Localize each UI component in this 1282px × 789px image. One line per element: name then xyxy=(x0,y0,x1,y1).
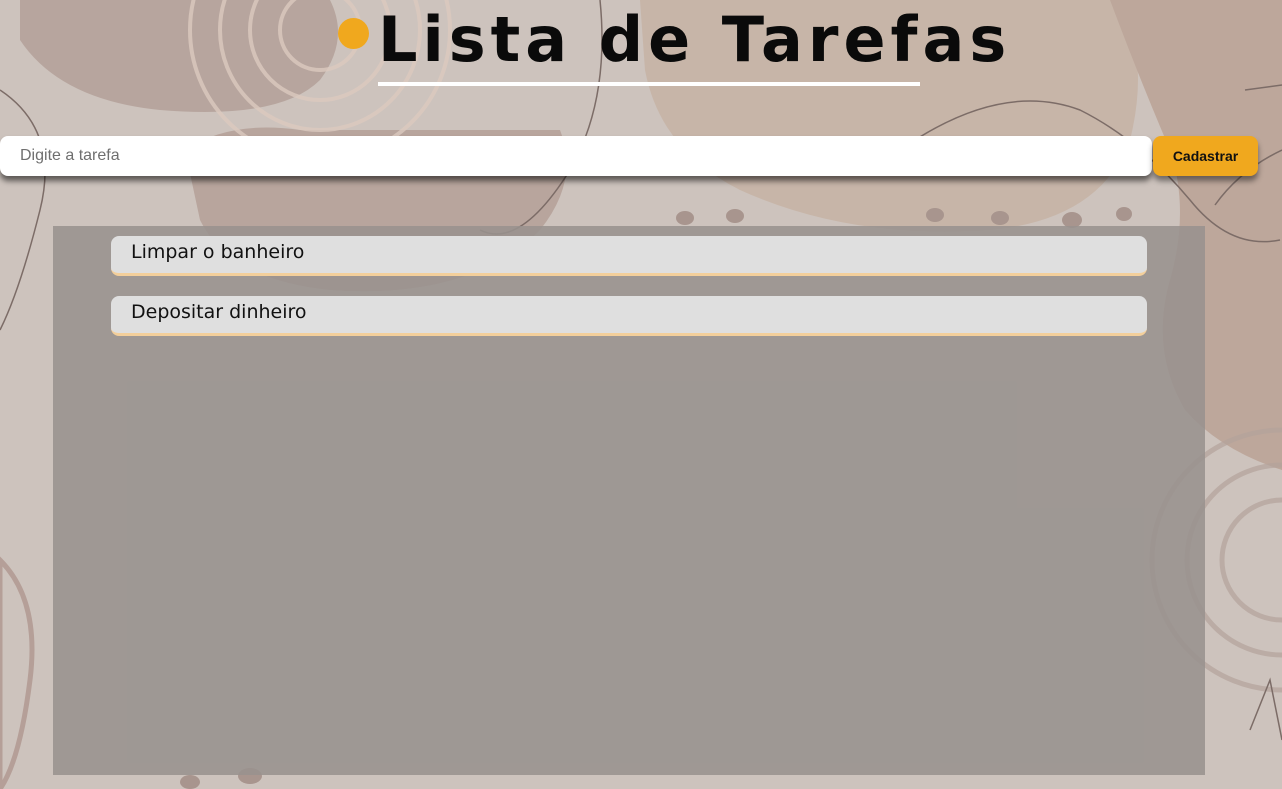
page-title: Lista de Tarefas xyxy=(378,3,1012,76)
cadastrar-button[interactable]: Cadastrar xyxy=(1153,136,1258,176)
circle-dot-icon xyxy=(338,18,369,49)
page-header: Lista de Tarefas xyxy=(0,0,1282,100)
title-underline xyxy=(378,82,920,86)
task-input[interactable] xyxy=(0,136,1152,176)
task-item[interactable]: Limpar o banheiro xyxy=(111,236,1147,276)
task-list-panel: Limpar o banheiro Depositar dinheiro xyxy=(53,226,1205,775)
task-form: Cadastrar xyxy=(0,136,1282,176)
bg-blob-bottom-left xyxy=(0,556,35,789)
task-item[interactable]: Depositar dinheiro xyxy=(111,296,1147,336)
task-list: Limpar o banheiro Depositar dinheiro xyxy=(111,236,1147,356)
